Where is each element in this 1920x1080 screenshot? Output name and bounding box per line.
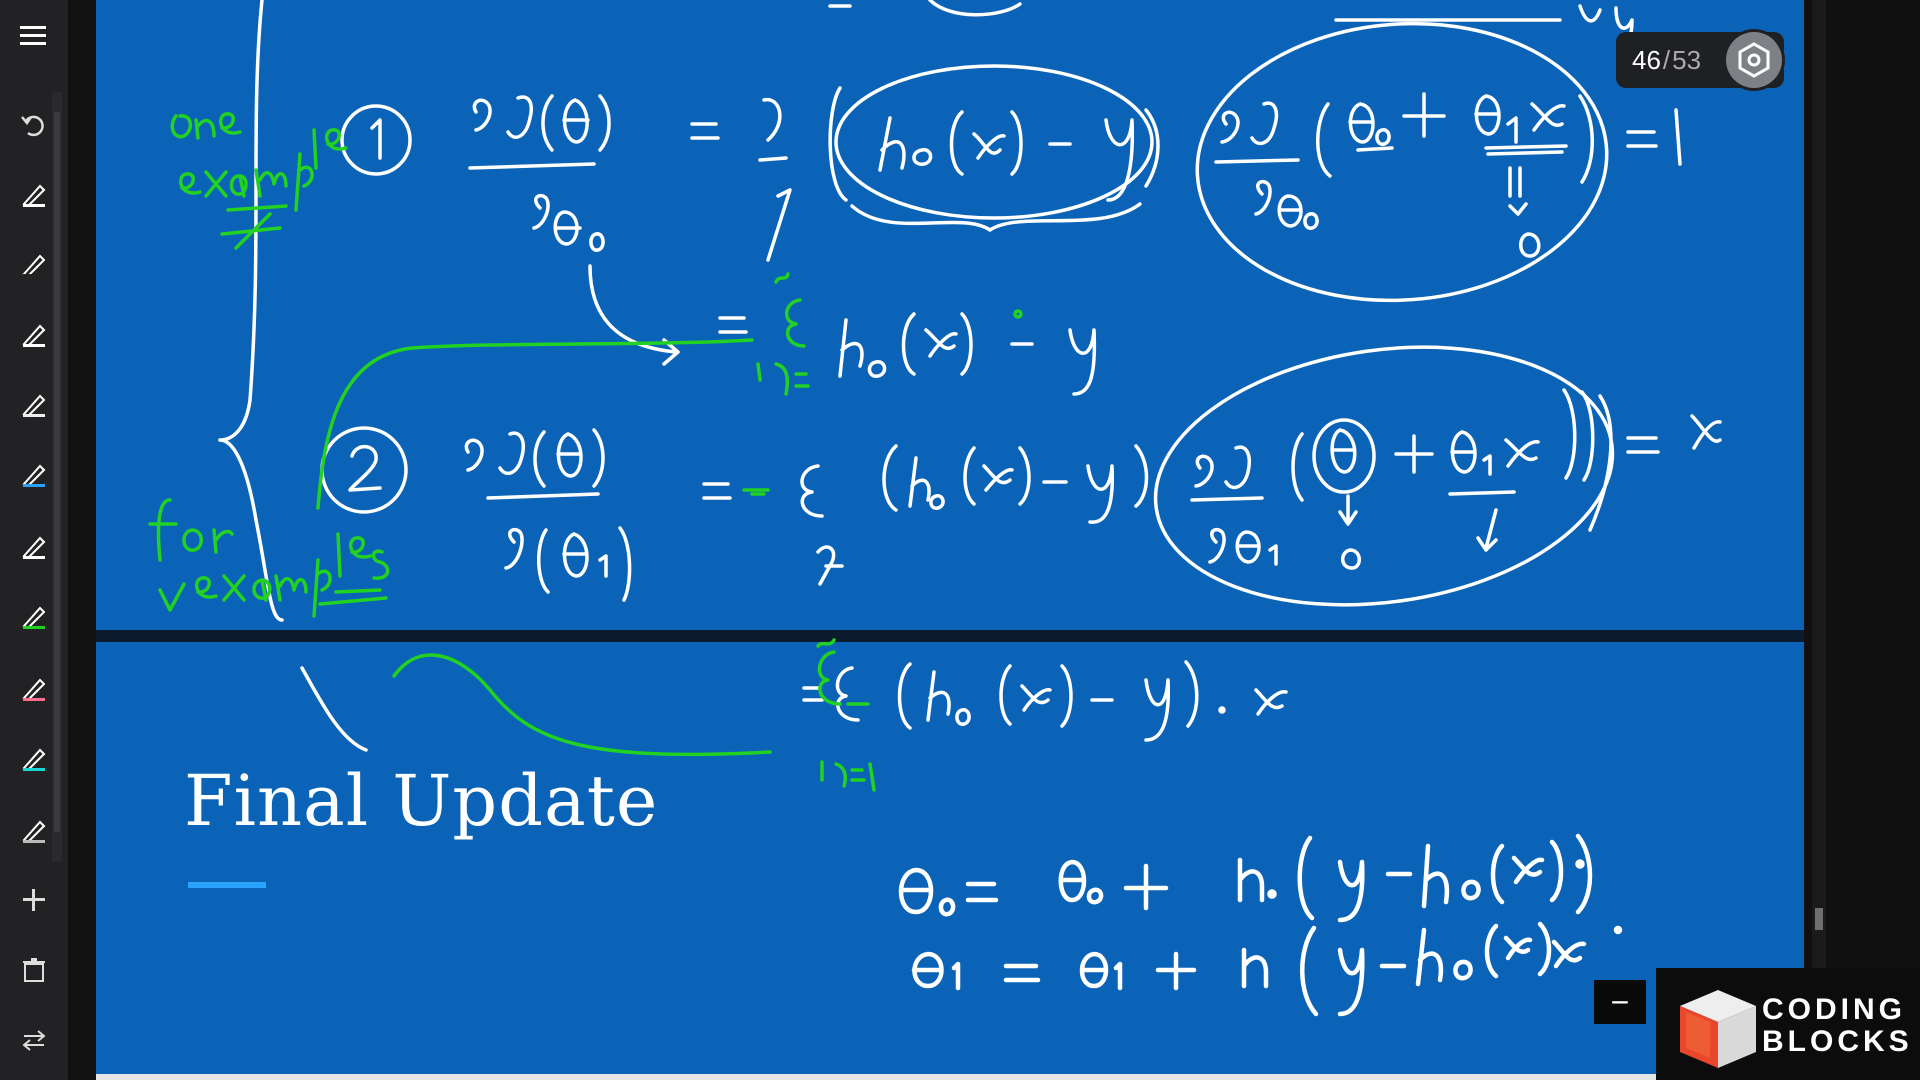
- settings-icon[interactable]: [1726, 32, 1782, 88]
- minimize-button[interactable]: −: [1594, 980, 1646, 1024]
- page-separator: /: [1662, 44, 1671, 75]
- logo-text: CODING BLOCKS: [1762, 994, 1913, 1058]
- total-pages: 53: [1672, 44, 1702, 75]
- cube-logo-icon: [1680, 990, 1756, 1068]
- current-page: 46: [1632, 44, 1661, 75]
- handwriting-ink: [148, 0, 1722, 1017]
- logo-line-2: BLOCKS: [1762, 1025, 1913, 1058]
- slide-title: Final Update: [184, 760, 659, 842]
- coding-blocks-logo: CODING BLOCKS: [1656, 968, 1920, 1080]
- title-underline: [188, 882, 266, 888]
- logo-line-1: CODING: [1762, 993, 1906, 1026]
